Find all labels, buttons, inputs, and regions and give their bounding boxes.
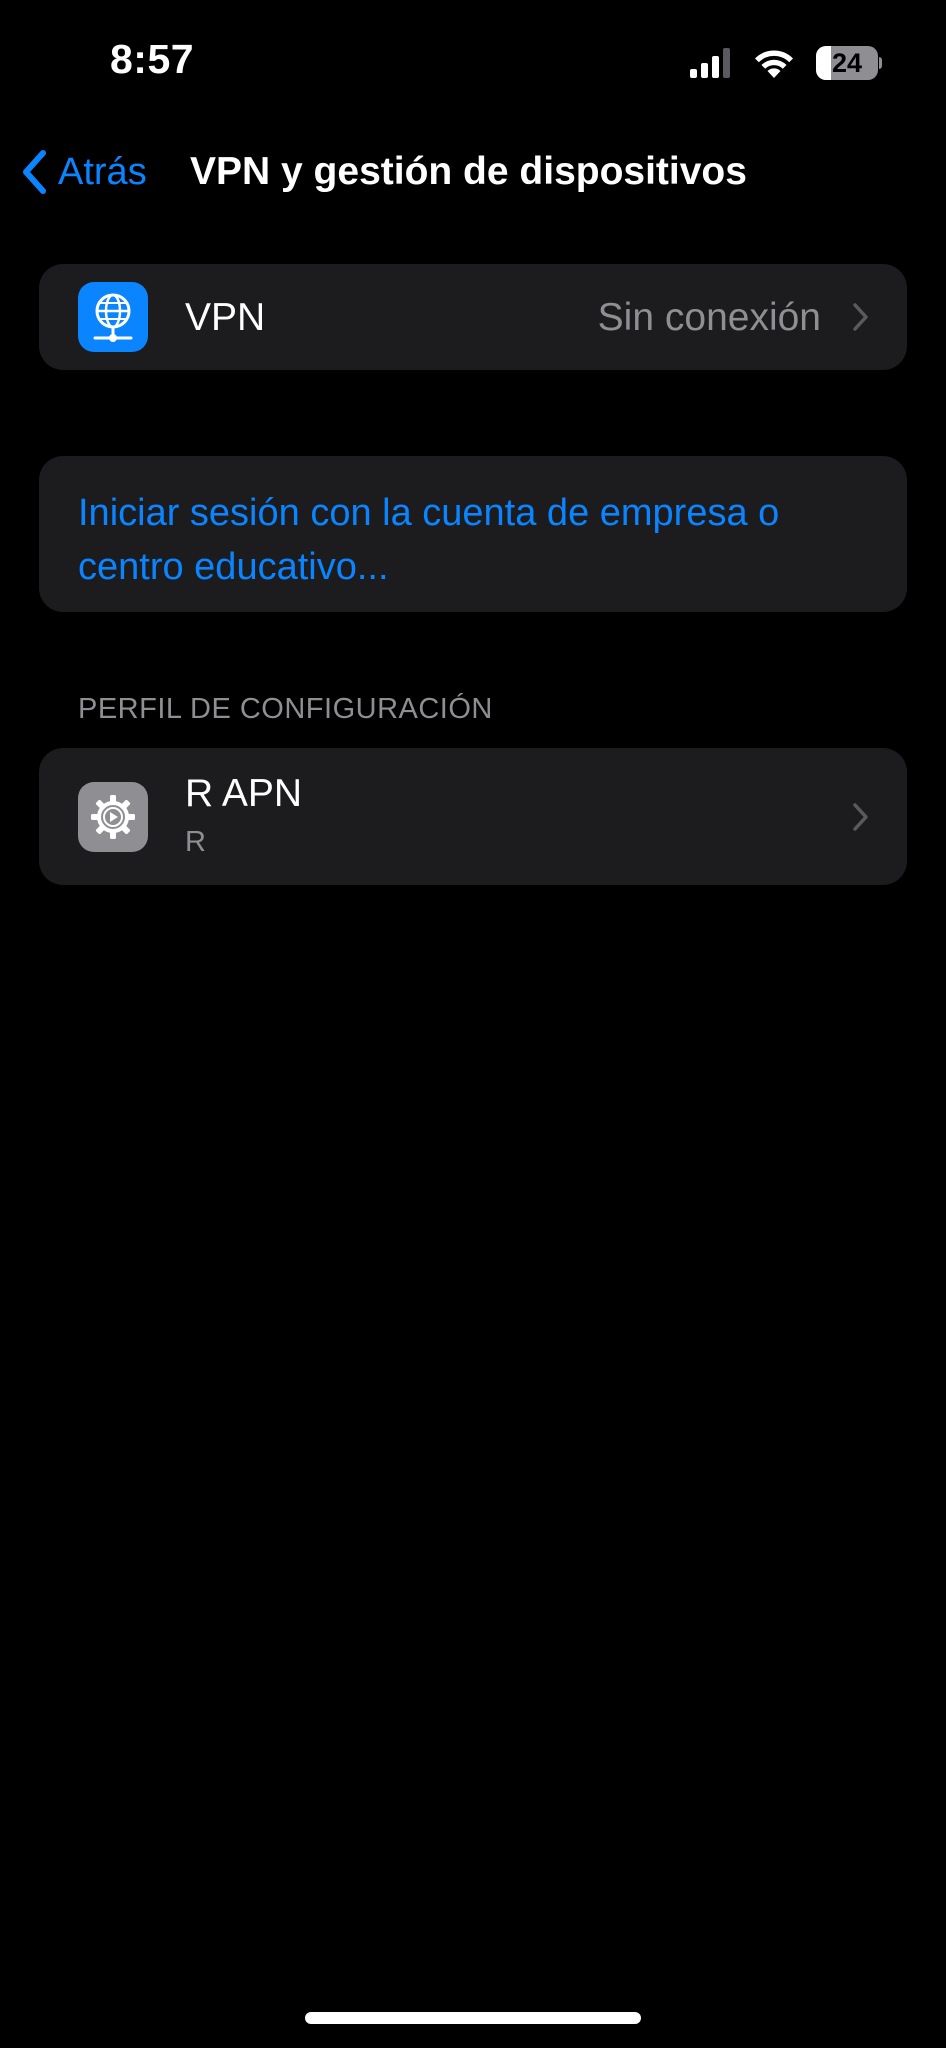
chevron-left-icon xyxy=(23,150,46,194)
cellular-signal-icon xyxy=(690,48,730,78)
signin-text: Iniciar sesión con la cuenta de empresa … xyxy=(78,486,878,594)
section-header-configuration-profile: PERFIL DE CONFIGURACIÓN xyxy=(78,693,493,725)
vpn-status-value: Sin conexión xyxy=(597,296,821,339)
vpn-row-label: VPN xyxy=(185,296,266,339)
back-button[interactable]: Atrás xyxy=(20,142,147,202)
profile-row[interactable]: R APN R xyxy=(39,748,907,885)
signin-group: Iniciar sesión con la cuenta de empresa … xyxy=(39,456,907,612)
battery-cap xyxy=(879,57,882,69)
vpn-icon-tile xyxy=(78,282,148,352)
page-title: VPN y gestión de dispositivos xyxy=(190,150,747,193)
vpn-group: VPN Sin conexión xyxy=(39,264,907,370)
chevron-right-icon xyxy=(853,303,868,331)
configuration-profile-group: R APN R xyxy=(39,748,907,885)
signin-text-line2: centro educativo... xyxy=(78,546,389,588)
battery-level: 24 xyxy=(831,48,863,78)
signin-text-line1: Iniciar sesión con la cuenta de empresa … xyxy=(78,492,780,534)
profile-icon-tile xyxy=(78,782,148,852)
settings-gear-icon xyxy=(91,795,135,839)
profile-subtitle: R xyxy=(185,826,206,858)
home-indicator[interactable] xyxy=(305,2012,641,2024)
status-bar: 8:57 24 xyxy=(0,0,946,130)
navigation-bar: Atrás VPN y gestión de dispositivos xyxy=(0,130,946,230)
status-time: 8:57 xyxy=(110,36,195,82)
vpn-row[interactable]: VPN Sin conexión xyxy=(39,264,907,370)
signin-work-school-button[interactable]: Iniciar sesión con la cuenta de empresa … xyxy=(39,456,907,612)
back-label: Atrás xyxy=(58,150,147,193)
status-icons: 24 xyxy=(690,42,882,84)
battery-indicator: 24 xyxy=(816,46,882,80)
wifi-icon xyxy=(755,50,793,78)
globe-network-icon xyxy=(93,293,133,342)
profile-title: R APN xyxy=(185,772,303,815)
chevron-right-icon xyxy=(853,803,868,831)
battery-body: 24 xyxy=(816,46,878,80)
